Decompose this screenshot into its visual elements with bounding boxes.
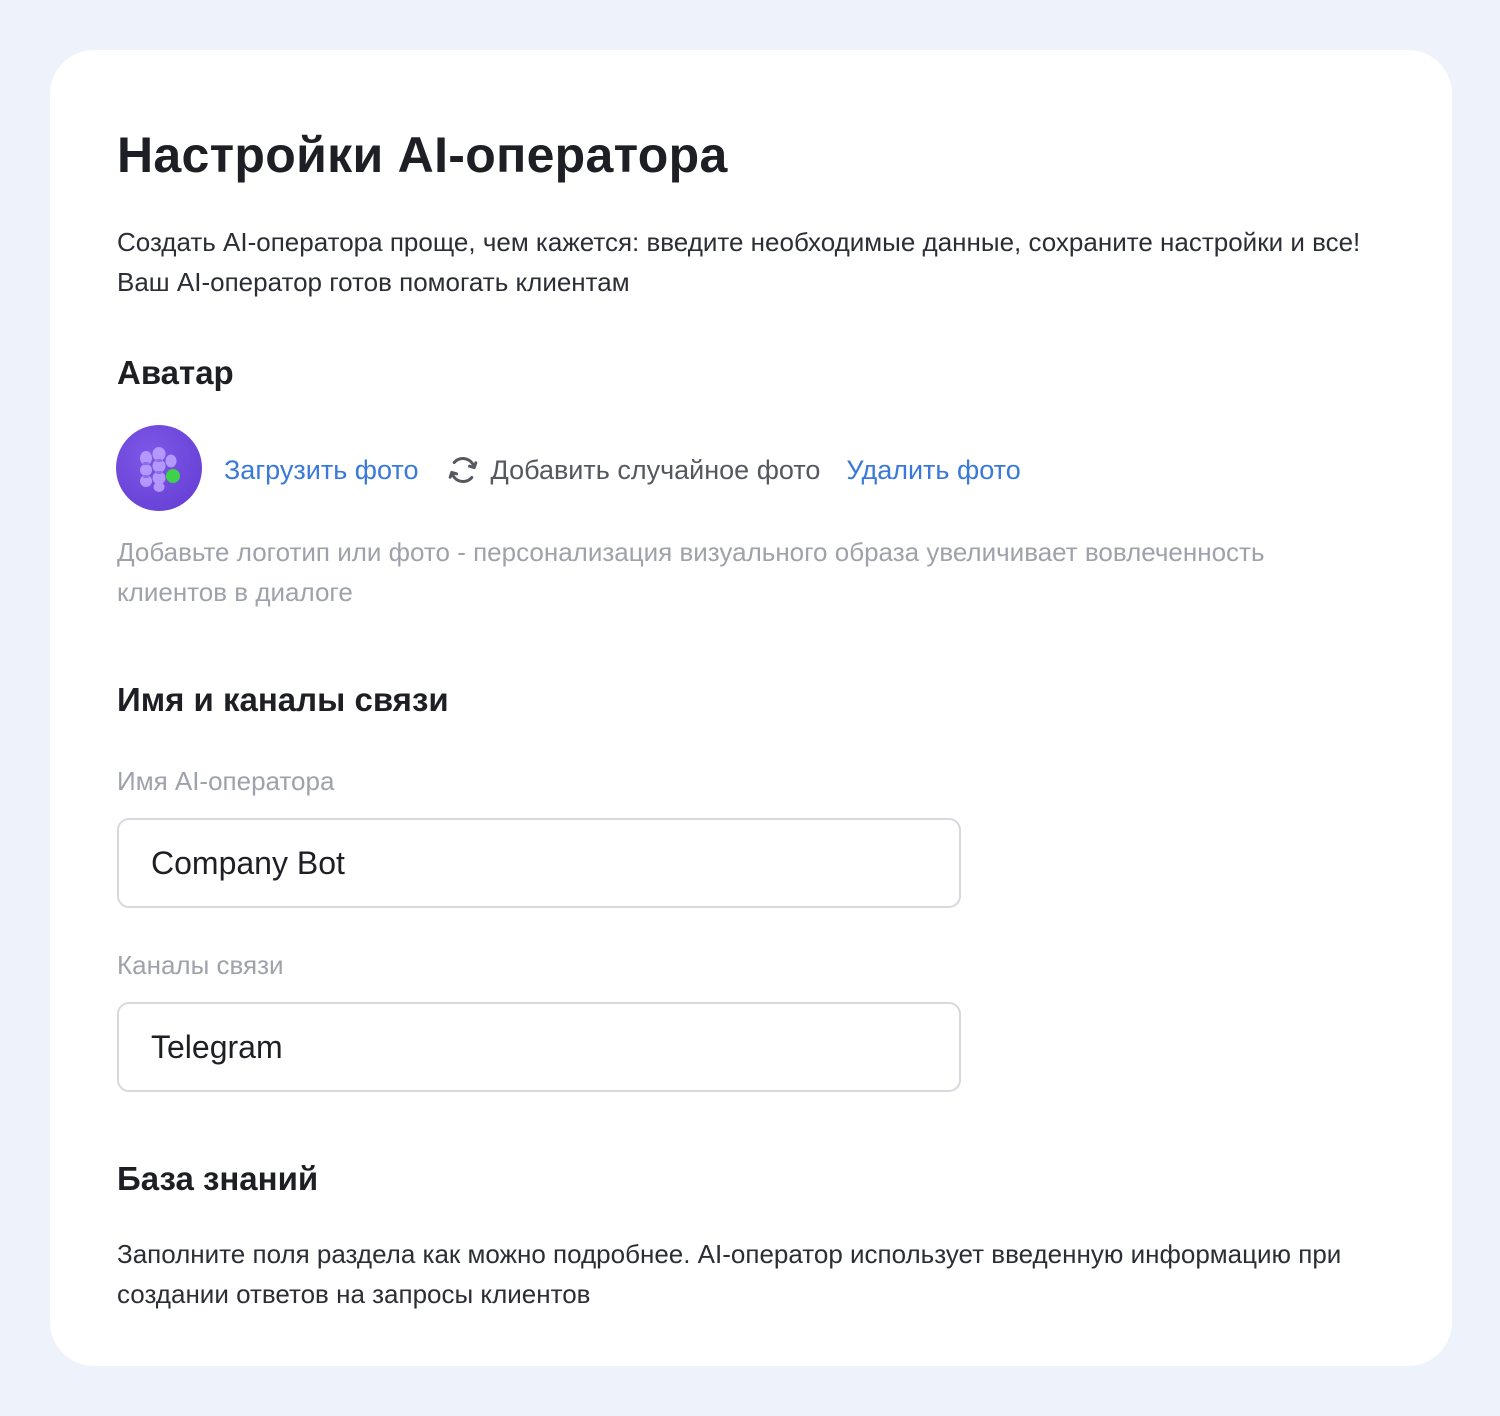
page-intro: Создать AI-оператора проще, чем кажется:… [117, 227, 1361, 297]
operator-name-label: Имя AI-оператора [117, 766, 335, 796]
page-title: Настройки AI-оператора [117, 127, 728, 183]
status-dot-icon [166, 469, 180, 483]
avatar-section-heading: Аватар [117, 354, 234, 391]
avatar-hint: Добавьте логотип или фото - персонализац… [117, 537, 1265, 607]
avatar-actions: Загрузить фото Добавить случайное фото У… [224, 448, 1021, 492]
robot-logo-icon [140, 447, 180, 492]
channels-label: Каналы связи [117, 950, 284, 980]
refresh-icon [448, 457, 477, 483]
name-channels-heading: Имя и каналы связи [117, 681, 449, 718]
delete-photo-link[interactable]: Удалить фото [846, 455, 1020, 486]
operator-name-input[interactable] [117, 818, 961, 908]
knowledge-base-heading: База знаний [117, 1160, 319, 1197]
random-photo-label: Добавить случайное фото [490, 454, 821, 485]
channels-input[interactable] [117, 1002, 961, 1092]
knowledge-base-description: Заполните поля раздела как можно подробн… [117, 1239, 1342, 1309]
avatar[interactable] [116, 425, 202, 511]
upload-photo-link[interactable]: Загрузить фото [224, 455, 419, 486]
random-photo-button[interactable]: Добавить случайное фото [445, 452, 821, 488]
